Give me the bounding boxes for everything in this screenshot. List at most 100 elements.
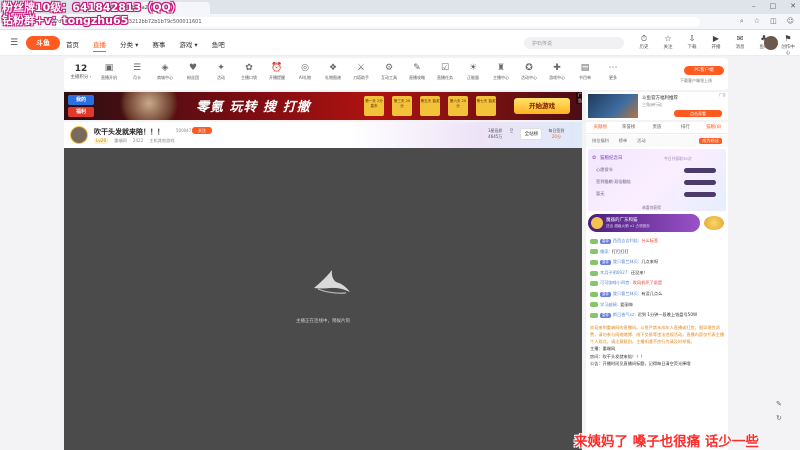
history-button[interactable]: ⏱ 历史 xyxy=(636,34,652,56)
shortcut-item[interactable]: ▤ 节目单 xyxy=(574,62,596,81)
shortcut-label: 粉丝团 xyxy=(187,75,199,80)
chat-username[interactable]: 斯日香气xz: xyxy=(613,310,636,321)
messages-button[interactable]: ✉ 消息 xyxy=(732,34,748,56)
sub-activity[interactable]: 活动 xyxy=(637,138,645,144)
follow-button[interactable]: 关注 xyxy=(192,127,212,134)
shortcut-label: 游戏中心 xyxy=(549,75,565,80)
nav-yuba[interactable]: 鱼吧 xyxy=(212,39,225,52)
extension-icon[interactable]: ◫ xyxy=(770,17,777,26)
shortcut-item[interactable]: ✪ 活动中心 xyxy=(518,62,540,81)
shortcut-item[interactable]: ⏰ 开播提醒 xyxy=(266,62,288,81)
user-avatar[interactable] xyxy=(764,36,778,50)
gift-description: 送出 超级火箭 x1 占领首页 xyxy=(606,224,650,228)
shortcut-icon: ⋯ xyxy=(608,63,618,73)
side-ad-button[interactable]: 点击观看 xyxy=(674,110,722,117)
banner-pills: 我的 福利 xyxy=(68,95,94,119)
start-game-button[interactable]: 开始游戏 xyxy=(514,98,570,114)
chat-panel: 贡献榜 荣誉榜 贵族 排行 猫粮(8) 排位福利 榜单 活动 成为粉丝 ✿ 猫粮… xyxy=(586,122,728,450)
shortcut-item[interactable]: ☰ 月卡 xyxy=(126,62,148,81)
tab-contribution[interactable]: 贡献榜 xyxy=(586,122,614,133)
sub-welfare[interactable]: 排位福利 xyxy=(592,138,609,144)
gift-broadcast[interactable]: 魔器的广东和猫 送出 超级火箭 x1 占领首页 xyxy=(588,214,700,232)
edit-icon[interactable]: ✎ xyxy=(776,400,782,408)
nav-events[interactable]: 赛事 xyxy=(152,39,165,52)
star-icon[interactable]: ☆ xyxy=(754,17,760,26)
pc-client-button[interactable]: PC客户端 xyxy=(684,66,724,75)
shortcut-item[interactable]: ◎ AI礼物 xyxy=(294,62,316,81)
download-icon: ⇩ xyxy=(688,34,696,43)
download-button[interactable]: ⇩ 下载 xyxy=(684,34,700,56)
nav-live[interactable]: 直播 xyxy=(93,39,106,52)
shortcut-item[interactable]: ☀ 正能量 xyxy=(462,62,484,81)
maximize-button[interactable]: □ xyxy=(770,2,777,10)
site-logo[interactable]: 斗鱼 xyxy=(26,36,60,50)
shortcut-icon: ✎ xyxy=(413,63,421,73)
search-input[interactable]: 护石传说 xyxy=(524,37,624,49)
shortcut-label: 活动 xyxy=(217,75,225,80)
shortcut-item[interactable]: ♥ 粉丝团 xyxy=(182,62,204,81)
chat-username[interactable]: 我只看兰林贝: xyxy=(613,289,640,300)
site-header: ☰ 斗鱼 首页 直播 分类 ▾ 赛事 游戏 ▾ 鱼吧 护石传说 ⏱ 历史 ☆ 关注 … xyxy=(0,30,800,56)
side-ad[interactable]: 斗鱼官方福利推荐 三角洲行动 点击观看 广告 xyxy=(586,92,728,120)
tab-rank[interactable]: 排行 xyxy=(671,122,699,133)
chat-username[interactable]: 可可咖啡小四宫: xyxy=(600,278,631,289)
room-info-line: 房间：吹干头发就来陪！！！ xyxy=(590,353,726,360)
shortcut-item[interactable]: ✎ 直播攻略 xyxy=(406,62,428,81)
room-category[interactable]: 主机其他游戏 xyxy=(149,138,174,144)
info-label: 主播： xyxy=(590,346,603,352)
shortcut-item[interactable]: ☑ 直播任务 xyxy=(434,62,456,81)
chat-message: 儒家: 打打打打 xyxy=(590,247,726,258)
video-player[interactable]: 主播正在连线中，稍候片刻 xyxy=(64,148,582,450)
tab-catfood[interactable]: 猫粮(8) xyxy=(700,122,728,133)
checkin-value: 20分 xyxy=(551,134,561,139)
site-rank-button[interactable]: 全站榜 xyxy=(520,128,543,140)
shortcut-label: 商城中心 xyxy=(157,75,173,80)
quality-stat[interactable]: 3星画质 4645万 xyxy=(488,128,503,140)
tab-noble[interactable]: 贵族 xyxy=(643,122,671,133)
anchor-points[interactable]: 12 主播积分 › xyxy=(70,64,92,80)
shortcut-item[interactable]: ⚔ 刀塔助手 xyxy=(350,62,372,81)
daily-checkin[interactable]: 每日签到 20分 xyxy=(548,128,564,140)
shortcut-item[interactable]: ⋯ 更多 xyxy=(602,62,624,81)
creator-center-button[interactable]: ⚑ 创作中心 xyxy=(780,34,796,56)
shortcut-label: 活动中心 xyxy=(521,75,537,80)
shortcut-item[interactable]: ▣ 直播开机 xyxy=(98,62,120,81)
shortcut-item[interactable]: ✿ 主播口袋 xyxy=(238,62,260,81)
chat-username[interactable]: 学习越搞: xyxy=(600,300,618,311)
shortcut-item[interactable]: ◈ 商城中心 xyxy=(154,62,176,81)
menu-icon[interactable]: ☰ xyxy=(10,38,18,48)
chat-username[interactable]: 我只看兰林贝: xyxy=(613,257,640,268)
promo-banner[interactable]: 我的 福利 零氪 玩转 搜 打撤 第一天 2分皇币 第三天 20分 第五天 抽奖… xyxy=(64,92,582,120)
nav-home[interactable]: 首页 xyxy=(66,39,79,52)
shortcut-item[interactable]: ✦ 活动 xyxy=(210,62,232,81)
shortcut-item[interactable]: ❖ 礼物图谱 xyxy=(322,62,344,81)
sub-list[interactable]: 榜单 xyxy=(619,138,627,144)
chat-username[interactable]: 儒家: xyxy=(600,247,610,258)
shortcut-icon: ☑ xyxy=(440,63,450,73)
close-button[interactable]: ✕ xyxy=(790,2,796,10)
become-fan-button[interactable]: 成为粉丝 xyxy=(699,138,722,144)
shortcut-icon: ♜ xyxy=(496,63,506,73)
chat-username[interactable]: 西西吉吉利娃: xyxy=(613,236,640,247)
anchor-avatar[interactable] xyxy=(70,126,88,144)
search-icon[interactable]: ⌕ xyxy=(740,17,744,26)
shortcut-item[interactable]: ♜ 主播中心 xyxy=(490,62,512,81)
shortcut-item[interactable]: ⚙ 互动工具 xyxy=(378,62,400,81)
go-live-button[interactable]: ▶ 开播 xyxy=(708,34,724,56)
shortcut-item[interactable]: ✚ 游戏中心 xyxy=(546,62,568,81)
chat-username[interactable]: 木月子明0927: xyxy=(600,268,629,279)
nav-games[interactable]: 游戏 ▾ xyxy=(179,39,197,52)
info-value: 开播时间见直播间标题，记得每日清空荧光棒哦 xyxy=(602,360,691,366)
profile-icon[interactable]: ☺ xyxy=(787,17,794,26)
refresh-icon[interactable]: ↻ xyxy=(776,414,782,422)
nav-category[interactable]: 分类 ▾ xyxy=(120,39,138,52)
anchor-name[interactable]: 重端网 xyxy=(114,138,127,144)
catfood-card: ✿ 猫粮纪念日 今日共获取30次 心愿保节 签到猫粮·双倍翻倍 暂无 恭喜你获得 xyxy=(588,149,726,211)
follow-list-button[interactable]: ☆ 关注 xyxy=(660,34,676,56)
share-icon[interactable]: ⇪ xyxy=(509,128,515,140)
tab-honor[interactable]: 荣誉榜 xyxy=(614,122,642,133)
catfood-progress xyxy=(684,168,716,173)
shortcut-icon: ▤ xyxy=(580,63,590,73)
shortcut-icon: ⚔ xyxy=(356,63,366,73)
minimize-button[interactable]: – xyxy=(752,2,756,10)
